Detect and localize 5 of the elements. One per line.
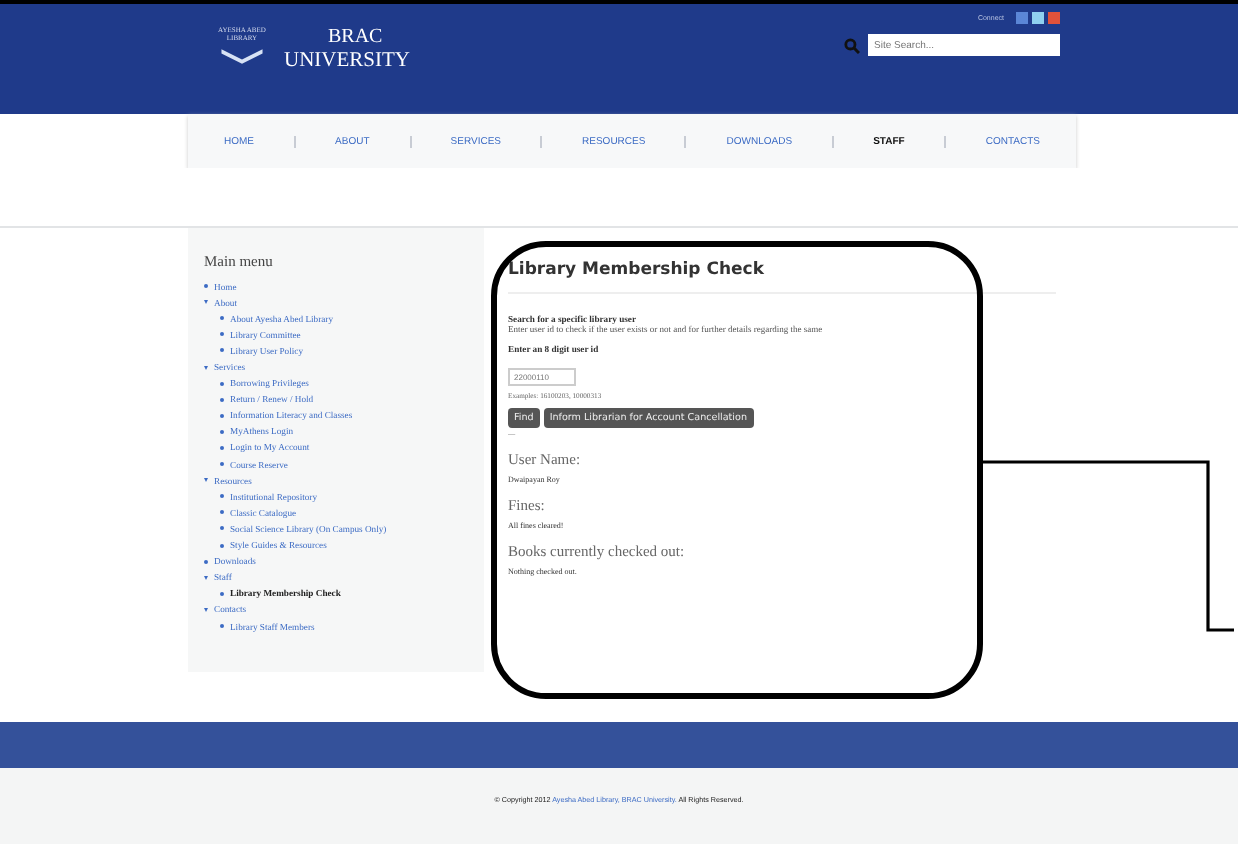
page-title: Library Membership Check — [508, 260, 766, 280]
logo-subtitle: UNIVERSITY — [284, 50, 410, 74]
chevron-logo-icon — [220, 46, 264, 64]
search-icon[interactable] — [844, 37, 860, 53]
logo-title: BRAC — [328, 26, 385, 50]
